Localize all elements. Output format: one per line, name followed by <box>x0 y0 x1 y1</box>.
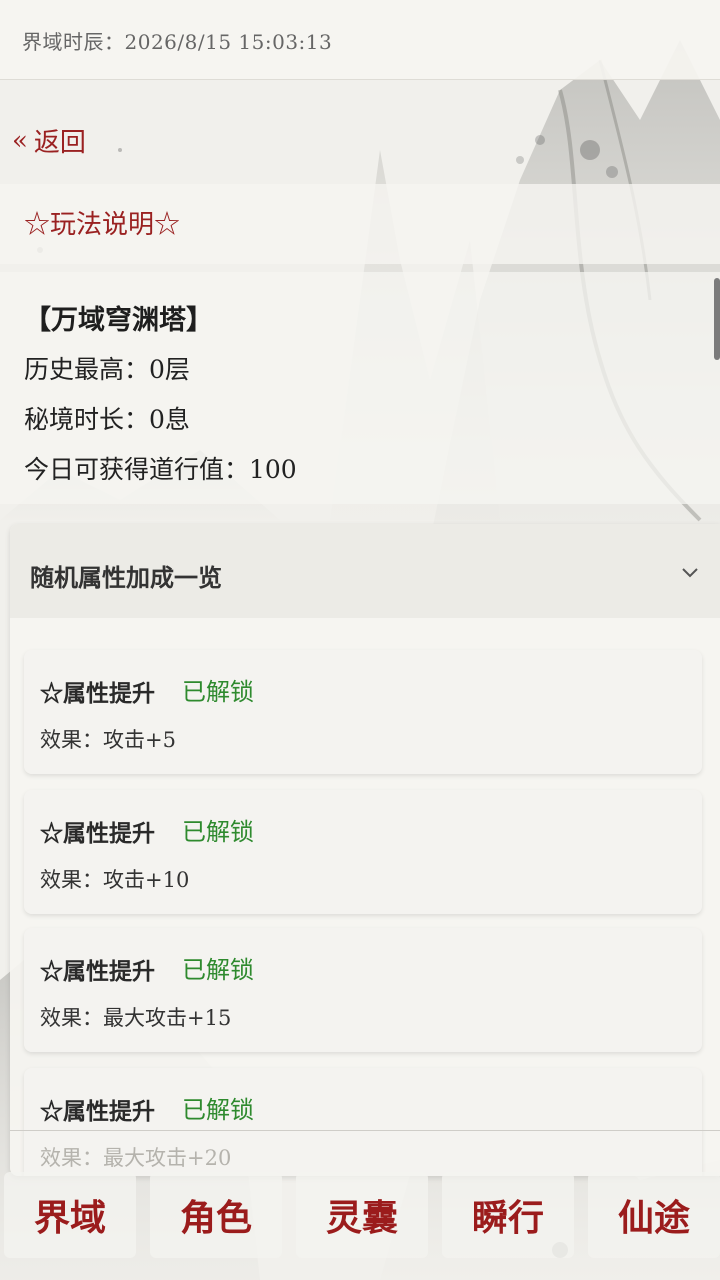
rules-link[interactable]: ☆玩法说明☆ <box>24 204 180 241</box>
bonus-effect: 效果：攻击+10 <box>40 868 190 892</box>
bonus-panel-title: 随机属性加成一览 <box>30 564 222 592</box>
realm-time: 秘境时长：0息 <box>24 405 190 434</box>
bonus-card: ☆属性提升 已解锁 效果：最大攻击+20 <box>24 1068 702 1176</box>
bonus-effect: 效果：最大攻击+20 <box>40 1146 232 1170</box>
nav-teleport[interactable]: 瞬行 <box>442 1172 574 1258</box>
tower-stats: 【万域穹渊塔】 历史最高：0层 秘境时长：0息 今日可获得道行值：100 <box>0 272 720 504</box>
bonus-card: ☆属性提升 已解锁 效果：攻击+5 <box>24 650 702 774</box>
bonus-effect: 效果：攻击+5 <box>40 728 176 752</box>
double-chevron-left-icon: « <box>12 125 28 156</box>
unlock-status: 已解锁 <box>182 818 254 846</box>
chevron-down-icon <box>682 568 698 578</box>
nav-immortal-path[interactable]: 仙途 <box>588 1172 720 1258</box>
bonus-card-title: ☆属性提升 <box>40 680 155 707</box>
page-scrollbar[interactable] <box>714 278 720 360</box>
bottom-nav: 界域 角色 灵囊 瞬行 仙途 <box>0 1172 720 1260</box>
back-button[interactable]: « 返回 <box>12 122 86 159</box>
bonus-card-title: ☆属性提升 <box>40 820 155 847</box>
unlock-status: 已解锁 <box>182 956 254 984</box>
nav-character[interactable]: 角色 <box>150 1172 282 1258</box>
status-bar: 界域时辰：2026/8/15 15:03:13 <box>0 0 720 80</box>
bonus-card-title: ☆属性提升 <box>40 1098 155 1125</box>
panel-divider <box>10 1130 720 1131</box>
rules-section: ☆玩法说明☆ <box>0 184 720 264</box>
bonus-effect: 效果：最大攻击+15 <box>40 1006 232 1030</box>
bonus-card: ☆属性提升 已解锁 效果：攻击+10 <box>24 790 702 914</box>
history-best: 历史最高：0层 <box>24 355 190 384</box>
tower-name: 【万域穹渊塔】 <box>24 305 213 336</box>
game-clock: 界域时辰：2026/8/15 15:03:13 <box>22 30 333 54</box>
bonus-card: ☆属性提升 已解锁 效果：最大攻击+15 <box>24 928 702 1052</box>
nav-spirit-bag[interactable]: 灵囊 <box>296 1172 428 1258</box>
unlock-status: 已解锁 <box>182 1096 254 1124</box>
nav-realm[interactable]: 界域 <box>4 1172 136 1258</box>
back-label: 返回 <box>33 128 86 158</box>
bonus-card-title: ☆属性提升 <box>40 958 155 985</box>
unlock-status: 已解锁 <box>182 678 254 706</box>
daily-dao-value: 今日可获得道行值：100 <box>24 455 297 484</box>
bonus-panel: 随机属性加成一览 ☆属性提升 已解锁 效果：攻击+5 ☆属性提升 已解锁 效果：… <box>10 524 720 1176</box>
bonus-panel-header[interactable]: 随机属性加成一览 <box>10 524 720 618</box>
